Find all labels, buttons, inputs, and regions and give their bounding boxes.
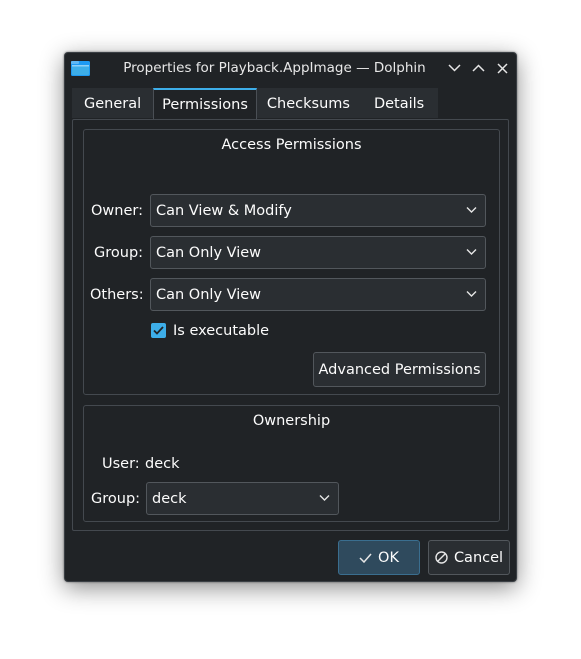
ok-label: OK (378, 549, 399, 566)
chevron-down-icon (466, 249, 477, 255)
group-permission-select[interactable]: Can Only View (150, 236, 486, 269)
window-title: Properties for Playback.AppImage — Dolph… (123, 60, 426, 76)
cancel-label: Cancel (453, 549, 504, 566)
ok-button[interactable]: OK (338, 540, 420, 575)
access-permissions-group: Access Permissions Owner: Can View & Mod… (83, 129, 500, 395)
owner-select-value: Can View & Modify (156, 202, 292, 219)
others-label: Others: (90, 287, 144, 303)
chevron-down-icon (319, 495, 330, 501)
owner-label: Owner: (91, 203, 143, 219)
properties-dialog: Properties for Playback.AppImage — Dolph… (64, 52, 517, 582)
permissions-panel: Access Permissions Owner: Can View & Mod… (72, 119, 509, 531)
owner-group-label: Group: (91, 491, 141, 507)
executable-label[interactable]: Is executable (173, 323, 269, 339)
group-label: Group: (94, 245, 144, 261)
title-bar[interactable]: Properties for Playback.AppImage — Dolph… (65, 53, 516, 83)
owner-group-select[interactable]: deck (146, 482, 339, 515)
folder-icon (71, 61, 90, 76)
tab-general[interactable]: General (72, 88, 154, 118)
owner-select[interactable]: Can View & Modify (150, 194, 486, 227)
checkmark-icon (153, 326, 164, 335)
chevron-down-icon (466, 291, 477, 297)
chevron-down-icon (447, 64, 461, 72)
executable-checkbox[interactable] (151, 323, 166, 338)
minimize-button[interactable] (445, 59, 463, 77)
advanced-permissions-button[interactable]: Advanced Permissions (313, 352, 486, 387)
user-label: User: (102, 456, 140, 472)
chevron-up-icon (471, 64, 485, 72)
maximize-button[interactable] (469, 59, 487, 77)
chevron-down-icon (466, 207, 477, 213)
user-value: deck (145, 456, 180, 472)
tab-permissions[interactable]: Permissions (153, 88, 257, 120)
close-icon (496, 62, 508, 74)
tab-details[interactable]: Details (359, 88, 439, 118)
cancel-icon (435, 551, 448, 564)
others-select-value: Can Only View (156, 286, 262, 303)
access-permissions-title: Access Permissions (221, 137, 362, 153)
checkmark-icon (359, 553, 372, 563)
owner-group-select-value: deck (152, 490, 187, 507)
group-select-value: Can Only View (156, 244, 262, 261)
tab-checksums[interactable]: Checksums (256, 88, 360, 118)
close-button[interactable] (493, 59, 511, 77)
cancel-button[interactable]: Cancel (428, 540, 510, 575)
tab-bar: General Permissions Checksums Details (72, 88, 439, 120)
ownership-title: Ownership (252, 413, 331, 429)
ownership-group: Ownership User: deck Group: deck (83, 405, 500, 522)
others-permission-select[interactable]: Can Only View (150, 278, 486, 311)
